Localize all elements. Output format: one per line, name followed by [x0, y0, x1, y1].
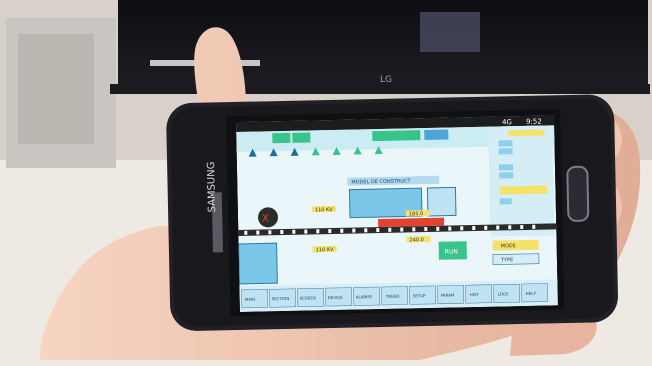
- nav-item-setup-label: SETUP: [413, 293, 427, 298]
- line-marker: [376, 228, 380, 233]
- nav-item-device-label: DEVICE: [328, 295, 343, 300]
- line-marker: [244, 230, 248, 235]
- line-marker: [412, 227, 416, 232]
- section-title: MODEL DE CONSTRUCT: [351, 178, 411, 185]
- phone-app: 4G 9:52 MODEL DE CONSTRUCT 185.0 X 110 K…: [236, 115, 558, 312]
- right-panel-chip-2: [498, 148, 513, 155]
- line-marker: [364, 228, 368, 233]
- line-marker: [448, 226, 452, 231]
- line-marker: [352, 228, 356, 233]
- line-marker: [520, 225, 524, 230]
- phone-brand: SAMSUNG: [206, 161, 218, 212]
- line-marker: [472, 226, 476, 231]
- line-marker: [508, 225, 512, 230]
- right-panel-chip-5: [499, 198, 512, 205]
- nav-item-hist-label: HIST: [470, 292, 480, 297]
- status-network: 4G: [502, 118, 512, 126]
- line-marker: [280, 230, 284, 235]
- line-marker: [292, 229, 296, 234]
- nav-item-param-label: PARAM: [441, 292, 455, 297]
- lower-bar-label: 240.0: [409, 237, 423, 243]
- nav-item-trend-label: TREND: [385, 294, 400, 299]
- home-button[interactable]: [566, 165, 590, 222]
- monitor-brand: LG: [380, 75, 392, 85]
- line-marker: [424, 227, 428, 232]
- line-marker: [436, 226, 440, 231]
- nav-item-logs-label: LOGS: [498, 291, 509, 296]
- top-chip-green: [272, 132, 291, 144]
- top-chip-green-2: [292, 132, 311, 143]
- right-secondary-button[interactable]: [492, 253, 540, 265]
- process-box-2: [426, 186, 457, 217]
- left-box-face: [18, 34, 94, 144]
- right-panel-chip: [498, 140, 513, 147]
- monitor-screen-window: [420, 12, 480, 52]
- right-panel-chip-3: [498, 164, 514, 171]
- monitor-bezel: [110, 84, 650, 94]
- wheel-tag: X: [262, 213, 269, 224]
- top-chip-green-3: [372, 130, 421, 142]
- top-chip-blue: [424, 129, 449, 141]
- line-marker: [400, 227, 404, 232]
- red-bar: [378, 217, 445, 228]
- speed-label: 110 KV: [315, 207, 334, 213]
- left-panel: [238, 242, 278, 285]
- line-marker: [532, 224, 536, 229]
- nav-item-main-label: MAIN: [245, 297, 255, 302]
- line-marker: [268, 230, 272, 235]
- line-marker: [496, 225, 500, 230]
- nav-item-help-label: HELP: [526, 291, 537, 296]
- line-marker: [484, 225, 488, 230]
- nav-item-screen-label: SCREEN: [300, 295, 316, 300]
- phone-screen: 4G 9:52 MODEL DE CONSTRUCT 185.0 X 110 K…: [236, 115, 558, 312]
- right-primary-label: MODE: [501, 243, 516, 249]
- nav-item-alarms-label: ALARMS: [356, 294, 373, 299]
- line-marker: [316, 229, 320, 234]
- line-marker: [388, 227, 392, 232]
- line-marker: [304, 229, 308, 234]
- nav-item-section-label: SECTION: [272, 296, 290, 301]
- right-panel: [488, 125, 555, 237]
- line-marker: [460, 226, 464, 231]
- right-panel-band: [499, 185, 548, 195]
- center-bar-label: 185.0: [409, 211, 423, 217]
- right-panel-header: [508, 129, 545, 137]
- green-block-label: RUN: [445, 248, 458, 255]
- line-marker: [340, 228, 344, 233]
- status-time: 9:52: [526, 118, 542, 126]
- right-secondary-label: TYPE: [500, 257, 513, 263]
- right-panel-chip-4: [499, 172, 514, 179]
- speed-label-2: 110 KV: [316, 247, 335, 253]
- line-marker: [256, 230, 260, 235]
- line-marker: [328, 229, 332, 234]
